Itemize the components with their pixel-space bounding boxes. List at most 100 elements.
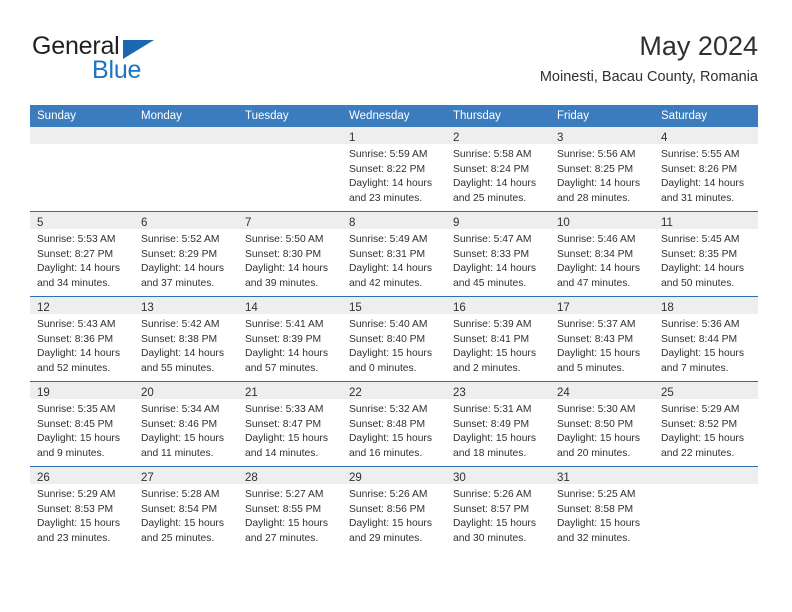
day-number: 23	[453, 387, 466, 399]
day-detail-line: Sunset: 8:54 PM	[141, 503, 218, 515]
day-detail-line: and 27 minutes.	[245, 532, 319, 544]
day-detail-line: Sunrise: 5:47 AM	[453, 234, 532, 245]
day-number-band: 13	[134, 297, 238, 314]
weekday-header-thursday: Thursday	[446, 105, 550, 127]
day-detail-line: Daylight: 15 hours	[557, 348, 640, 360]
day-number: 3	[557, 132, 564, 144]
day-number: 27	[141, 472, 154, 484]
day-number: 26	[37, 472, 50, 484]
day-detail-line: Daylight: 14 hours	[245, 263, 328, 275]
calendar-day-cell[interactable]: 18 Sunrise: 5:36 AM Sunset: 8:44 PM Dayligh…	[654, 296, 758, 382]
day-detail-line: and 2 minutes.	[453, 362, 521, 374]
day-details: Sunrise: 5:28 AM Sunset: 8:54 PM Daylight:…	[134, 484, 238, 547]
day-number: 19	[37, 387, 50, 399]
calendar-day-cell[interactable]: 1 Sunrise: 5:59 AM Sunset: 8:22 PM Daylight…	[342, 127, 446, 212]
calendar-day-cell[interactable]: 10 Sunrise: 5:46 AM Sunset: 8:34 PM Dayligh…	[550, 211, 654, 297]
day-detail-line: Sunset: 8:26 PM	[661, 163, 738, 175]
calendar-week-row: 26 Sunrise: 5:29 AM Sunset: 8:53 PM Dayligh…	[30, 466, 758, 551]
day-detail-line: Daylight: 14 hours	[557, 178, 640, 190]
day-number: 28	[245, 472, 258, 484]
calendar-day-cell[interactable]: 30 Sunrise: 5:26 AM Sunset: 8:57 PM Dayligh…	[446, 466, 550, 551]
calendar-header-row: Sunday Monday Tuesday Wednesday Thursday Frid…	[30, 105, 758, 127]
day-detail-line: Daylight: 15 hours	[453, 433, 536, 445]
day-details: Sunrise: 5:26 AM Sunset: 8:56 PM Daylight:…	[342, 484, 446, 547]
weekday-header-friday: Friday	[550, 105, 654, 127]
calendar-day-cell[interactable]: 28 Sunrise: 5:27 AM Sunset: 8:55 PM Dayligh…	[238, 466, 342, 551]
day-number: 8	[349, 217, 356, 229]
day-detail-line: Sunset: 8:22 PM	[349, 163, 426, 175]
day-details: Sunrise: 5:36 AM Sunset: 8:44 PM Daylight:…	[654, 314, 758, 377]
day-number: 6	[141, 217, 148, 229]
day-detail-line: and 25 minutes.	[453, 192, 527, 204]
day-detail-line: and 25 minutes.	[141, 532, 215, 544]
calendar-day-cell[interactable]: 19 Sunrise: 5:35 AM Sunset: 8:45 PM Dayligh…	[30, 381, 134, 467]
calendar-day-cell[interactable]: 16 Sunrise: 5:39 AM Sunset: 8:41 PM Dayligh…	[446, 296, 550, 382]
calendar-day-cell[interactable]: 22 Sunrise: 5:32 AM Sunset: 8:48 PM Dayligh…	[342, 381, 446, 467]
calendar-day-cell[interactable]: 25 Sunrise: 5:29 AM Sunset: 8:52 PM Dayligh…	[654, 381, 758, 467]
day-details: Sunrise: 5:37 AM Sunset: 8:43 PM Daylight:…	[550, 314, 654, 377]
day-detail-line: Sunset: 8:45 PM	[37, 418, 114, 430]
calendar-day-cell[interactable]: 2 Sunrise: 5:58 AM Sunset: 8:24 PM Daylight…	[446, 127, 550, 212]
day-number: 16	[453, 302, 466, 314]
day-detail-line: Daylight: 15 hours	[349, 433, 432, 445]
calendar-day-cell[interactable]: 26 Sunrise: 5:29 AM Sunset: 8:53 PM Dayligh…	[30, 466, 134, 551]
day-detail-line: and 37 minutes.	[141, 277, 215, 289]
day-detail-line: Sunrise: 5:50 AM	[245, 234, 324, 245]
day-detail-line: Sunrise: 5:43 AM	[37, 319, 116, 330]
day-detail-line: Sunset: 8:41 PM	[453, 333, 530, 345]
day-detail-line: Sunset: 8:30 PM	[245, 248, 322, 260]
day-detail-line: Sunrise: 5:40 AM	[349, 319, 428, 330]
calendar-day-cell[interactable]: 6 Sunrise: 5:52 AM Sunset: 8:29 PM Daylight…	[134, 211, 238, 297]
day-detail-line: and 52 minutes.	[37, 362, 111, 374]
calendar-day-cell[interactable]: 31 Sunrise: 5:25 AM Sunset: 8:58 PM Dayligh…	[550, 466, 654, 551]
weekday-header-wednesday: Wednesday	[342, 105, 446, 127]
day-details: Sunrise: 5:33 AM Sunset: 8:47 PM Daylight:…	[238, 399, 342, 462]
calendar-day-cell[interactable]: 29 Sunrise: 5:26 AM Sunset: 8:56 PM Dayligh…	[342, 466, 446, 551]
calendar-day-cell[interactable]: 27 Sunrise: 5:28 AM Sunset: 8:54 PM Dayligh…	[134, 466, 238, 551]
calendar-day-cell[interactable]: 13 Sunrise: 5:42 AM Sunset: 8:38 PM Dayligh…	[134, 296, 238, 382]
calendar-day-cell[interactable]: 4 Sunrise: 5:55 AM Sunset: 8:26 PM Daylight…	[654, 127, 758, 212]
calendar-day-cell[interactable]: 23 Sunrise: 5:31 AM Sunset: 8:49 PM Dayligh…	[446, 381, 550, 467]
calendar-day-cell[interactable]: 20 Sunrise: 5:34 AM Sunset: 8:46 PM Dayligh…	[134, 381, 238, 467]
day-detail-line: Sunset: 8:38 PM	[141, 333, 218, 345]
day-detail-line: Sunrise: 5:26 AM	[453, 489, 532, 500]
day-detail-line: Sunset: 8:56 PM	[349, 503, 426, 515]
day-number-band: 20	[134, 382, 238, 399]
day-details: Sunrise: 5:26 AM Sunset: 8:57 PM Daylight:…	[446, 484, 550, 547]
day-detail-line: Daylight: 14 hours	[37, 263, 120, 275]
day-number-band: 6	[134, 212, 238, 229]
day-number-band: 12	[30, 297, 134, 314]
day-detail-line: Sunrise: 5:39 AM	[453, 319, 532, 330]
day-number-band: 1	[342, 127, 446, 144]
calendar-day-cell[interactable]: 5 Sunrise: 5:53 AM Sunset: 8:27 PM Daylight…	[30, 211, 134, 297]
weekday-header-tuesday: Tuesday	[238, 105, 342, 127]
day-details: Sunrise: 5:31 AM Sunset: 8:49 PM Daylight:…	[446, 399, 550, 462]
day-detail-line: Daylight: 15 hours	[37, 433, 120, 445]
calendar-day-cell[interactable]: 24 Sunrise: 5:30 AM Sunset: 8:50 PM Dayligh…	[550, 381, 654, 467]
calendar-day-cell[interactable]: 7 Sunrise: 5:50 AM Sunset: 8:30 PM Daylight…	[238, 211, 342, 297]
day-detail-line: and 34 minutes.	[37, 277, 111, 289]
day-detail-line: Daylight: 15 hours	[557, 518, 640, 530]
calendar-day-cell[interactable]: 15 Sunrise: 5:40 AM Sunset: 8:40 PM Dayligh…	[342, 296, 446, 382]
calendar-day-cell[interactable]: 12 Sunrise: 5:43 AM Sunset: 8:36 PM Dayligh…	[30, 296, 134, 382]
day-details	[134, 144, 238, 148]
calendar-week-row: 1 Sunrise: 5:59 AM Sunset: 8:22 PM Daylight…	[30, 127, 758, 212]
day-detail-line: Sunrise: 5:49 AM	[349, 234, 428, 245]
day-detail-line: Sunset: 8:39 PM	[245, 333, 322, 345]
day-detail-line: Daylight: 15 hours	[37, 518, 120, 530]
calendar-day-cell[interactable]: 17 Sunrise: 5:37 AM Sunset: 8:43 PM Dayligh…	[550, 296, 654, 382]
day-number-band: 25	[654, 382, 758, 399]
calendar-day-cell[interactable]: 8 Sunrise: 5:49 AM Sunset: 8:31 PM Daylight…	[342, 211, 446, 297]
day-number: 22	[349, 387, 362, 399]
day-detail-line: Sunrise: 5:59 AM	[349, 149, 428, 160]
calendar-day-cell[interactable]: 3 Sunrise: 5:56 AM Sunset: 8:25 PM Daylight…	[550, 127, 654, 212]
calendar-day-cell[interactable]: 21 Sunrise: 5:33 AM Sunset: 8:47 PM Dayligh…	[238, 381, 342, 467]
day-detail-line: Sunrise: 5:53 AM	[37, 234, 116, 245]
calendar-day-cell[interactable]: 14 Sunrise: 5:41 AM Sunset: 8:39 PM Dayligh…	[238, 296, 342, 382]
day-details: Sunrise: 5:32 AM Sunset: 8:48 PM Daylight:…	[342, 399, 446, 462]
calendar-day-cell[interactable]: 9 Sunrise: 5:47 AM Sunset: 8:33 PM Daylight…	[446, 211, 550, 297]
day-details: Sunrise: 5:59 AM Sunset: 8:22 PM Daylight:…	[342, 144, 446, 207]
day-detail-line: Sunset: 8:55 PM	[245, 503, 322, 515]
day-number-band: 9	[446, 212, 550, 229]
calendar-day-cell[interactable]: 11 Sunrise: 5:45 AM Sunset: 8:35 PM Dayligh…	[654, 211, 758, 297]
